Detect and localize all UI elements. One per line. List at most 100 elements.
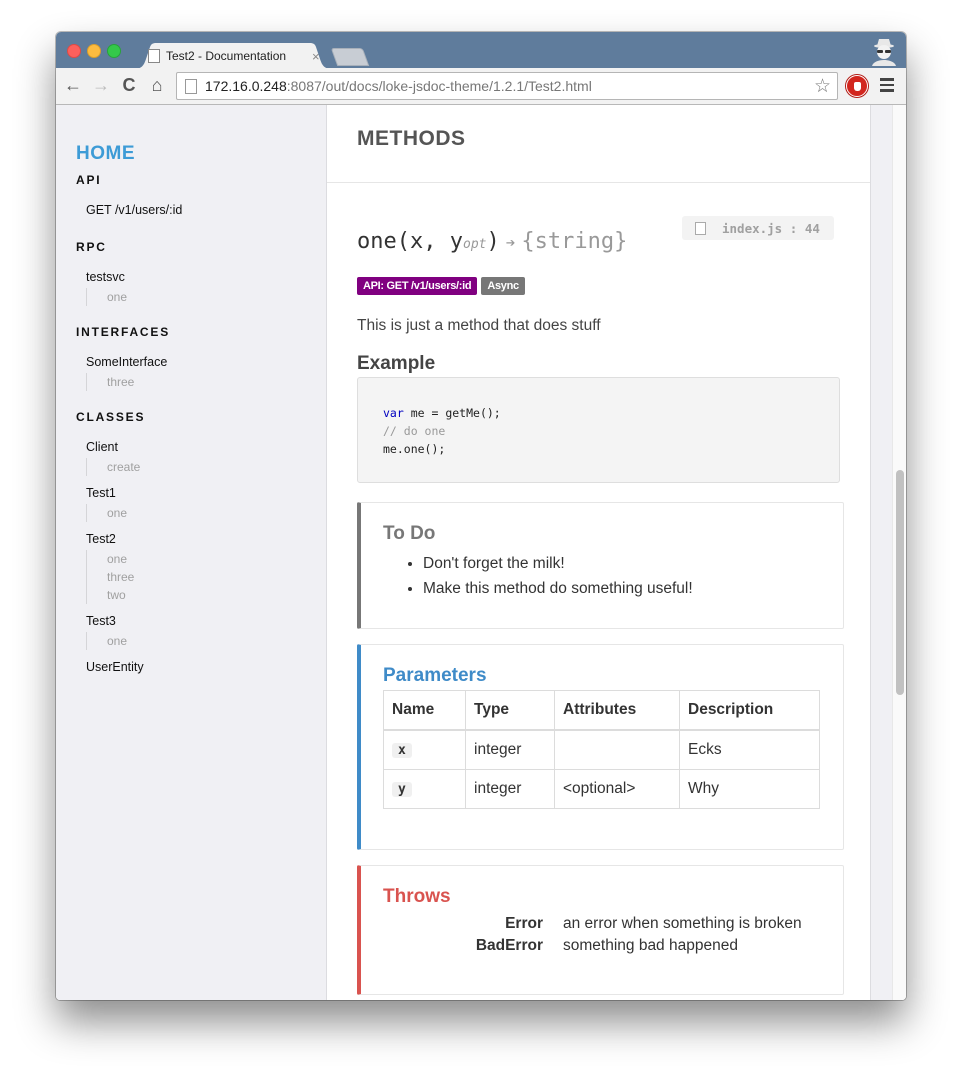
sidebar-members: one bbox=[86, 504, 127, 522]
sidebar-member-link[interactable]: create bbox=[107, 458, 140, 476]
source-sep: : bbox=[789, 220, 798, 236]
api-badge: API: GET /v1/users/:id bbox=[357, 277, 478, 295]
sidebar-item[interactable]: SomeInterface bbox=[86, 355, 167, 369]
todo-heading: To Do bbox=[383, 523, 436, 544]
param-attributes: <optional> bbox=[554, 769, 680, 809]
return-type: {string} bbox=[521, 229, 628, 254]
badges: API: GET /v1/users/:id Async bbox=[357, 277, 525, 295]
home-icon: ⌂ bbox=[151, 74, 163, 95]
address-bar[interactable]: 172.16.0.248:8087/out/docs/loke-jsdoc-th… bbox=[176, 72, 838, 100]
param-name: x bbox=[392, 743, 412, 758]
todo-item: Make this method do something useful! bbox=[423, 576, 693, 601]
chrome-menu-button[interactable] bbox=[880, 78, 894, 95]
throws-panel: Throws Error an error when something is … bbox=[357, 865, 844, 995]
param-description: Ecks bbox=[679, 729, 820, 770]
url-path: :8087/out/docs/loke-jsdoc-theme/1.2.1/Te… bbox=[286, 78, 592, 94]
parameters-table: Name Type Attributes Description x integ… bbox=[383, 690, 820, 809]
todo-list: Don't forget the milk! Make this method … bbox=[383, 551, 693, 601]
sidebar-item[interactable]: testsvc bbox=[86, 270, 125, 284]
file-icon bbox=[695, 221, 706, 235]
throws-type: BadError bbox=[475, 937, 543, 954]
table-row: x integer Ecks bbox=[383, 729, 820, 770]
forward-button[interactable]: → bbox=[90, 74, 112, 96]
sidebar-member-link[interactable]: two bbox=[107, 586, 134, 604]
source-link[interactable]: index.js : 44 bbox=[682, 216, 834, 240]
table-header-row: Name Type Attributes Description bbox=[383, 690, 820, 731]
source-file: index.js bbox=[722, 220, 783, 236]
paren-open: ( bbox=[396, 229, 410, 254]
col-attributes: Attributes bbox=[554, 690, 680, 731]
tab-active[interactable]: Test2 - Documentation bbox=[148, 46, 326, 66]
url-text: 172.16.0.248:8087/out/docs/loke-jsdoc-th… bbox=[205, 78, 592, 94]
example-heading: Example bbox=[357, 353, 436, 374]
param-x: x, bbox=[410, 229, 450, 254]
reload-button[interactable]: C bbox=[118, 74, 140, 96]
maximize-window-button[interactable] bbox=[107, 44, 121, 58]
sidebar-section-rpc: RPC bbox=[76, 240, 107, 254]
todo-item: Don't forget the milk! bbox=[423, 551, 693, 576]
sidebar-member-link[interactable]: three bbox=[107, 373, 134, 391]
sidebar-item[interactable]: UserEntity bbox=[86, 660, 144, 674]
table-row: y integer <optional> Why bbox=[383, 769, 820, 809]
bookmark-star-icon[interactable]: ☆ bbox=[814, 75, 831, 98]
param-name-cell: y bbox=[383, 769, 466, 809]
param-y: y bbox=[449, 229, 463, 254]
main-content: METHODS index.js : 44 one(x, yopt) ➔ {stri… bbox=[327, 105, 870, 1000]
throws-description: something bad happened bbox=[563, 937, 738, 954]
parameters-panel: Parameters Name Type Attributes Descript… bbox=[357, 644, 844, 850]
sidebar-members: one three two bbox=[86, 550, 134, 604]
sidebar-members: one bbox=[86, 632, 127, 650]
sidebar-item[interactable]: Client bbox=[86, 440, 118, 454]
minimize-window-button[interactable] bbox=[87, 44, 101, 58]
param-attributes bbox=[554, 729, 680, 770]
sidebar-section-interfaces: INTERFACES bbox=[76, 325, 171, 339]
sidebar-item[interactable]: Test2 bbox=[86, 532, 116, 546]
close-window-button[interactable] bbox=[67, 44, 81, 58]
methods-heading: METHODS bbox=[357, 127, 466, 150]
parameters-heading: Parameters bbox=[383, 665, 487, 686]
url-host: 172.16.0.248 bbox=[205, 78, 287, 94]
param-description: Why bbox=[679, 769, 820, 809]
scrollbar-thumb[interactable] bbox=[896, 470, 904, 695]
col-description: Description bbox=[679, 690, 820, 731]
throws-item: Error an error when something is broken bbox=[361, 913, 802, 935]
sidebar-members: one bbox=[86, 288, 127, 306]
browser-toolbar: ← → C ⌂ 172.16.0.248:8087/out/docs/loke-… bbox=[56, 68, 906, 105]
sidebar-member-link[interactable]: one bbox=[107, 504, 127, 522]
sidebar-member-link[interactable]: one bbox=[107, 550, 134, 568]
sidebar-member-link[interactable]: three bbox=[107, 568, 134, 586]
divider bbox=[327, 182, 870, 183]
code-line: me.one(); bbox=[383, 442, 446, 456]
browser-window: Test2 - Documentation × ← → C ⌂ 172.16.0… bbox=[56, 32, 906, 1000]
sidebar-section-api: API bbox=[76, 173, 102, 187]
sidebar-member-link[interactable]: one bbox=[107, 632, 127, 650]
returns-arrow-icon: ➔ bbox=[505, 233, 516, 252]
sidebar-member-link[interactable]: one bbox=[107, 288, 127, 306]
method-name: one bbox=[357, 229, 397, 254]
sidebar-section-classes: CLASSES bbox=[76, 410, 146, 424]
method-signature: one(x, yopt) ➔ {string} bbox=[357, 229, 627, 254]
method-description: This is just a method that does stuff bbox=[357, 317, 601, 334]
back-arrow-icon: ← bbox=[64, 74, 82, 95]
sidebar-item[interactable]: Test1 bbox=[86, 486, 116, 500]
source-line: 44 bbox=[804, 220, 820, 236]
sidebar-nav: HOME API GET /v1/users/:id RPC testsvc one IN… bbox=[56, 105, 327, 1000]
adblock-extension-icon[interactable] bbox=[846, 75, 868, 97]
code-comment: // do one bbox=[383, 424, 446, 438]
right-gutter bbox=[870, 105, 893, 1000]
tab-title: Test2 - Documentation bbox=[166, 49, 287, 63]
home-link[interactable]: HOME bbox=[76, 143, 135, 165]
new-tab-button[interactable] bbox=[330, 48, 370, 66]
tab-close-button[interactable]: × bbox=[312, 49, 320, 64]
incognito-icon bbox=[872, 39, 896, 66]
sidebar-item[interactable]: Test3 bbox=[86, 614, 116, 628]
sidebar-members: three bbox=[86, 373, 134, 391]
back-button[interactable]: ← bbox=[62, 74, 84, 96]
throws-description: an error when something is broken bbox=[563, 915, 802, 932]
home-button[interactable]: ⌂ bbox=[146, 74, 168, 96]
scrollbar[interactable] bbox=[892, 105, 906, 1000]
reload-icon: C bbox=[122, 74, 136, 95]
throws-type: Error bbox=[505, 915, 543, 932]
sidebar-item[interactable]: GET /v1/users/:id bbox=[86, 203, 182, 217]
param-type: integer bbox=[465, 729, 555, 770]
